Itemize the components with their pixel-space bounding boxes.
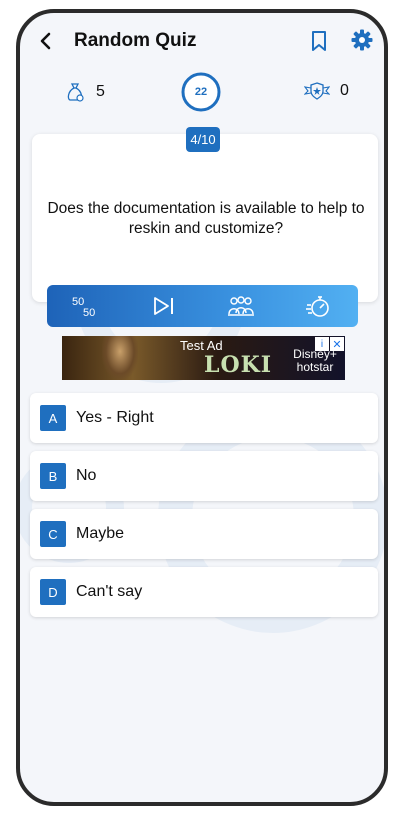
gear-icon bbox=[351, 29, 373, 51]
audience-poll-button[interactable] bbox=[221, 289, 261, 323]
option-text: Yes - Right bbox=[76, 409, 154, 426]
svg-text:50: 50 bbox=[83, 307, 95, 319]
option-c[interactable]: C Maybe bbox=[30, 509, 378, 559]
lifeline-bar: 50 50 bbox=[47, 285, 358, 327]
settings-button[interactable] bbox=[350, 28, 374, 52]
ad-close-icon[interactable]: ✕ bbox=[330, 337, 344, 351]
ad-image bbox=[102, 336, 138, 380]
option-text: No bbox=[76, 467, 97, 484]
option-letter: C bbox=[40, 521, 66, 547]
fifty-fifty-icon: 50 50 bbox=[72, 296, 95, 319]
ad-banner[interactable]: Test Ad LOKI Disney+ hotstar i ✕ bbox=[62, 336, 345, 380]
option-d[interactable]: D Can't say bbox=[30, 567, 378, 617]
bookmark-button[interactable] bbox=[308, 29, 330, 53]
option-b[interactable]: B No bbox=[30, 451, 378, 501]
coins-counter: 5 bbox=[64, 81, 105, 103]
phone-frame: Random Quiz 5 22 0 4/10 Does the documen… bbox=[16, 9, 388, 806]
option-letter: B bbox=[40, 463, 66, 489]
skip-icon bbox=[153, 297, 173, 315]
page-title: Random Quiz bbox=[74, 30, 197, 51]
money-bag-icon bbox=[67, 83, 84, 102]
audience-icon bbox=[228, 296, 255, 316]
option-text: Maybe bbox=[76, 525, 125, 542]
bookmark-icon bbox=[312, 31, 326, 51]
question-progress-badge: 4/10 bbox=[186, 127, 220, 152]
ad-info-icon[interactable]: i bbox=[315, 337, 329, 351]
score-counter: 0 bbox=[304, 81, 349, 101]
ad-partner: Disney+ hotstar bbox=[293, 347, 337, 374]
skip-button[interactable] bbox=[144, 289, 184, 323]
coins-value: 5 bbox=[96, 83, 105, 100]
fifty-fifty-button[interactable]: 50 50 bbox=[66, 289, 106, 323]
app-header: Random Quiz bbox=[20, 13, 384, 71]
ad-brand: LOKI bbox=[204, 352, 273, 378]
option-a[interactable]: A Yes - Right bbox=[30, 393, 378, 443]
score-value: 0 bbox=[340, 82, 349, 99]
countdown-timer: 22 bbox=[180, 71, 222, 113]
option-letter: D bbox=[40, 579, 66, 605]
trophy-shield-icon bbox=[304, 82, 330, 100]
back-button[interactable] bbox=[32, 27, 60, 55]
ad-label: Test Ad bbox=[180, 338, 223, 353]
stats-bar: 5 22 0 bbox=[20, 71, 384, 117]
back-arrow-icon bbox=[40, 32, 51, 50]
timer-value: 22 bbox=[194, 86, 208, 98]
stopwatch-icon bbox=[306, 296, 329, 317]
option-text: Can't say bbox=[76, 583, 143, 600]
option-letter: A bbox=[40, 405, 66, 431]
question-text: Does the documentation is available to h… bbox=[47, 200, 365, 237]
timer-lifeline-button[interactable] bbox=[299, 289, 339, 323]
